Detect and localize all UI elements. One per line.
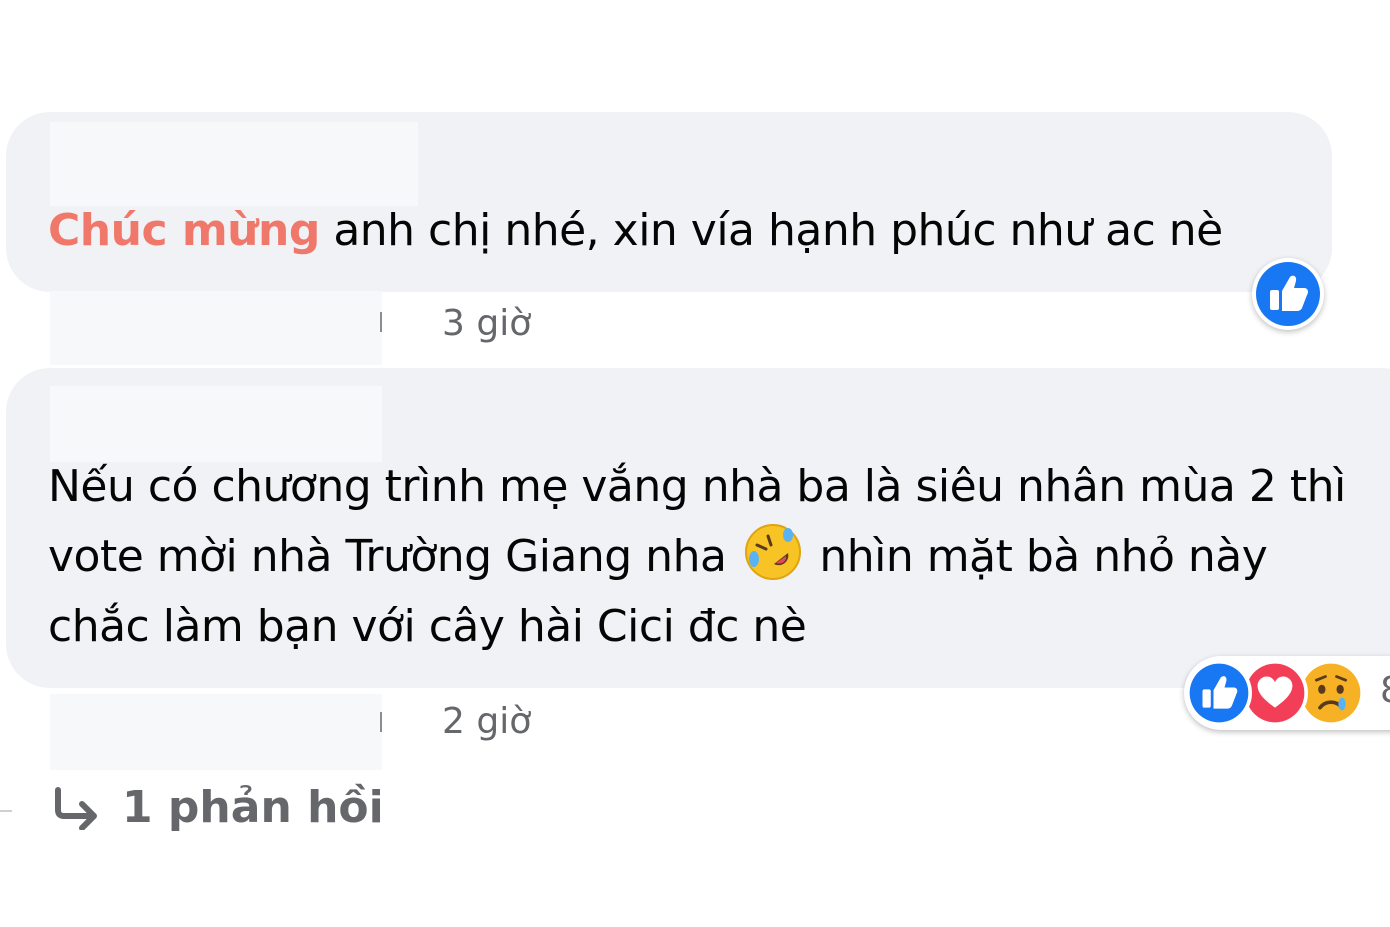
comment-text: Nếu có chương trình mẹ vắng nhà ba là si… bbox=[48, 461, 1360, 652]
comment-text: Chúc mừng anh chị nhé, xin vía hạnh phúc… bbox=[48, 205, 1223, 256]
comment-timestamp[interactable]: 3 giờ bbox=[442, 304, 531, 344]
action-links-redacted bbox=[50, 694, 382, 770]
rolling-laughing-emoji bbox=[744, 524, 801, 580]
reaction-summary[interactable] bbox=[1252, 258, 1324, 330]
view-replies-link[interactable]: 1 phản hồi bbox=[50, 782, 384, 833]
like-icon bbox=[1256, 262, 1320, 326]
reply-arrow-icon bbox=[55, 786, 97, 830]
author-name-redacted bbox=[50, 122, 418, 206]
tagged-text[interactable]: Chúc mừng bbox=[48, 205, 320, 256]
thread-line bbox=[0, 810, 12, 812]
action-links-redacted bbox=[50, 291, 382, 365]
divider bbox=[380, 712, 382, 732]
like-icon bbox=[1186, 660, 1252, 726]
reaction-summary[interactable]: 8 bbox=[1184, 656, 1390, 730]
author-name-redacted bbox=[50, 386, 382, 462]
comment-thread: Chúc mừng anh chị nhé, xin vía hạnh phúc… bbox=[0, 0, 1390, 927]
divider bbox=[380, 312, 382, 332]
comment-timestamp[interactable]: 2 giờ bbox=[442, 702, 531, 742]
reaction-count: 8 bbox=[1380, 670, 1390, 711]
reply-count-label: 1 phản hồi bbox=[122, 782, 384, 833]
